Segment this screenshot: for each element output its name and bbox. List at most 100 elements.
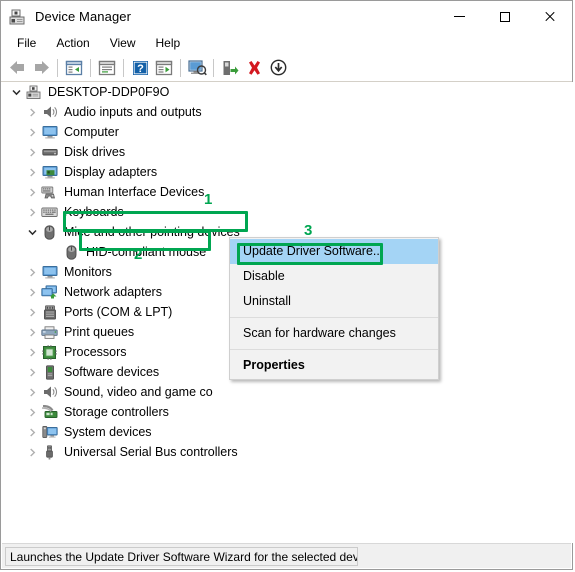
menu-action[interactable]: Action bbox=[46, 34, 99, 52]
menu-view[interactable]: View bbox=[100, 34, 146, 52]
minimize-button[interactable] bbox=[437, 1, 482, 32]
tree-row-storage-controllers[interactable]: Storage controllers bbox=[2, 402, 573, 422]
context-menu-item-properties[interactable]: Properties bbox=[230, 353, 438, 378]
chevron-right-icon[interactable] bbox=[24, 122, 40, 142]
chevron-right-icon[interactable] bbox=[24, 422, 40, 442]
title-bar: Device Manager bbox=[1, 1, 572, 32]
context-menu-separator bbox=[230, 349, 438, 350]
toolbar-separator bbox=[57, 58, 58, 77]
keyboard-icon bbox=[40, 204, 59, 220]
disable-device-icon[interactable] bbox=[266, 56, 290, 79]
mouse-icon bbox=[62, 244, 81, 260]
chevron-right-icon[interactable] bbox=[24, 322, 40, 342]
tree-row-audio-inputs-and-outputs[interactable]: Audio inputs and outputs bbox=[2, 102, 573, 122]
tree-label: Display adapters bbox=[64, 165, 158, 179]
tree-row-disk-drives[interactable]: Disk drives bbox=[2, 142, 573, 162]
chevron-right-icon[interactable] bbox=[24, 342, 40, 362]
tree-row-computer[interactable]: Computer bbox=[2, 122, 573, 142]
disk-drive-icon bbox=[40, 144, 59, 160]
chevron-right-icon[interactable] bbox=[24, 442, 40, 462]
mouse-icon bbox=[40, 224, 59, 240]
speaker-icon bbox=[40, 384, 59, 400]
tree-label: Software devices bbox=[64, 365, 160, 379]
status-bar: Launches the Update Driver Software Wiza… bbox=[2, 543, 571, 568]
tree-row-system-devices[interactable]: System devices bbox=[2, 422, 573, 442]
chevron-right-icon[interactable] bbox=[24, 102, 40, 122]
display-adapter-icon bbox=[40, 164, 59, 180]
hid-icon bbox=[40, 184, 59, 200]
tree-label: HID-compliant mouse bbox=[86, 245, 207, 259]
computer-root-icon bbox=[24, 84, 43, 100]
close-button[interactable] bbox=[527, 1, 572, 32]
tree-label: Processors bbox=[64, 345, 127, 359]
chevron-right-icon[interactable] bbox=[24, 302, 40, 322]
tree-label: Ports (COM & LPT) bbox=[64, 305, 173, 319]
tree-row-sound-video-and-game-controllers[interactable]: Sound, video and game co bbox=[2, 382, 573, 402]
menu-file[interactable]: File bbox=[7, 34, 46, 52]
forward-arrow-icon[interactable] bbox=[29, 56, 53, 79]
minimize-icon bbox=[454, 16, 465, 17]
tree-row-root[interactable]: DESKTOP-DDP0F9O bbox=[2, 82, 573, 102]
software-device-icon bbox=[40, 364, 59, 380]
toolbar-separator bbox=[180, 58, 181, 77]
tree-label: Keyboards bbox=[64, 205, 124, 219]
tree-row-display-adapters[interactable]: Display adapters bbox=[2, 162, 573, 182]
chevron-right-icon[interactable] bbox=[24, 262, 40, 282]
tree-label: Sound, video and game co bbox=[64, 385, 213, 399]
tree-label: Disk drives bbox=[64, 145, 126, 159]
chevron-right-icon[interactable] bbox=[24, 142, 40, 162]
tree-row-human-interface-devices[interactable]: Human Interface Devices bbox=[2, 182, 573, 202]
help-icon[interactable]: ? bbox=[128, 56, 152, 79]
printer-icon bbox=[40, 324, 59, 340]
network-adapter-icon bbox=[40, 284, 59, 300]
usb-icon bbox=[40, 444, 59, 460]
chevron-right-icon[interactable] bbox=[24, 182, 40, 202]
tree-label: Network adapters bbox=[64, 285, 162, 299]
speaker-icon bbox=[40, 104, 59, 120]
device-manager-window: Device Manager File Action View Help ? D… bbox=[0, 0, 573, 570]
processor-icon bbox=[40, 344, 59, 360]
menu-help[interactable]: Help bbox=[146, 34, 191, 52]
properties-icon[interactable] bbox=[95, 56, 119, 79]
toolbar-separator bbox=[213, 58, 214, 77]
maximize-button[interactable] bbox=[482, 1, 527, 32]
system-device-icon bbox=[40, 424, 59, 440]
toolbar-separator bbox=[90, 58, 91, 77]
context-menu-item-disable[interactable]: Disable bbox=[230, 264, 438, 289]
port-icon bbox=[40, 304, 59, 320]
update-driver-software-icon[interactable] bbox=[185, 56, 209, 79]
tree-label: Human Interface Devices bbox=[64, 185, 205, 199]
svg-text:?: ? bbox=[137, 63, 144, 75]
back-arrow-icon[interactable] bbox=[5, 56, 29, 79]
chevron-right-icon[interactable] bbox=[24, 362, 40, 382]
tree-label: Audio inputs and outputs bbox=[64, 105, 202, 119]
uninstall-device-icon[interactable] bbox=[242, 56, 266, 79]
context-menu-item-update-driver-software[interactable]: Update Driver Software... bbox=[230, 239, 438, 264]
context-menu-item-uninstall[interactable]: Uninstall bbox=[230, 289, 438, 314]
storage-controller-icon bbox=[40, 404, 59, 420]
chevron-down-icon[interactable] bbox=[8, 82, 24, 102]
tree-label: System devices bbox=[64, 425, 152, 439]
tree-row-keyboards[interactable]: Keyboards bbox=[2, 202, 573, 222]
chevron-right-icon[interactable] bbox=[24, 282, 40, 302]
chevron-right-icon[interactable] bbox=[24, 202, 40, 222]
menu-bar: File Action View Help bbox=[1, 32, 572, 54]
chevron-down-icon[interactable] bbox=[24, 222, 40, 242]
chevron-right-icon[interactable] bbox=[24, 402, 40, 422]
enable-device-icon[interactable] bbox=[218, 56, 242, 79]
tree-label: Print queues bbox=[64, 325, 135, 339]
tree-label: Mice and other pointing devices bbox=[64, 225, 240, 239]
context-menu[interactable]: Update Driver Software... Disable Uninst… bbox=[229, 237, 439, 380]
tree-row-universal-serial-bus-controllers[interactable]: Universal Serial Bus controllers bbox=[2, 442, 573, 462]
device-manager-icon bbox=[9, 8, 27, 26]
show-hide-console-tree-icon[interactable] bbox=[62, 56, 86, 79]
scan-for-hardware-changes-icon[interactable] bbox=[152, 56, 176, 79]
chevron-right-icon[interactable] bbox=[24, 382, 40, 402]
status-text: Launches the Update Driver Software Wiza… bbox=[5, 546, 358, 566]
window-controls bbox=[437, 1, 572, 32]
chevron-right-icon[interactable] bbox=[24, 162, 40, 182]
monitor-icon bbox=[40, 264, 59, 280]
context-menu-item-scan-for-hardware-changes[interactable]: Scan for hardware changes bbox=[230, 321, 438, 346]
context-menu-separator bbox=[230, 317, 438, 318]
tree-label: Universal Serial Bus controllers bbox=[64, 445, 238, 459]
